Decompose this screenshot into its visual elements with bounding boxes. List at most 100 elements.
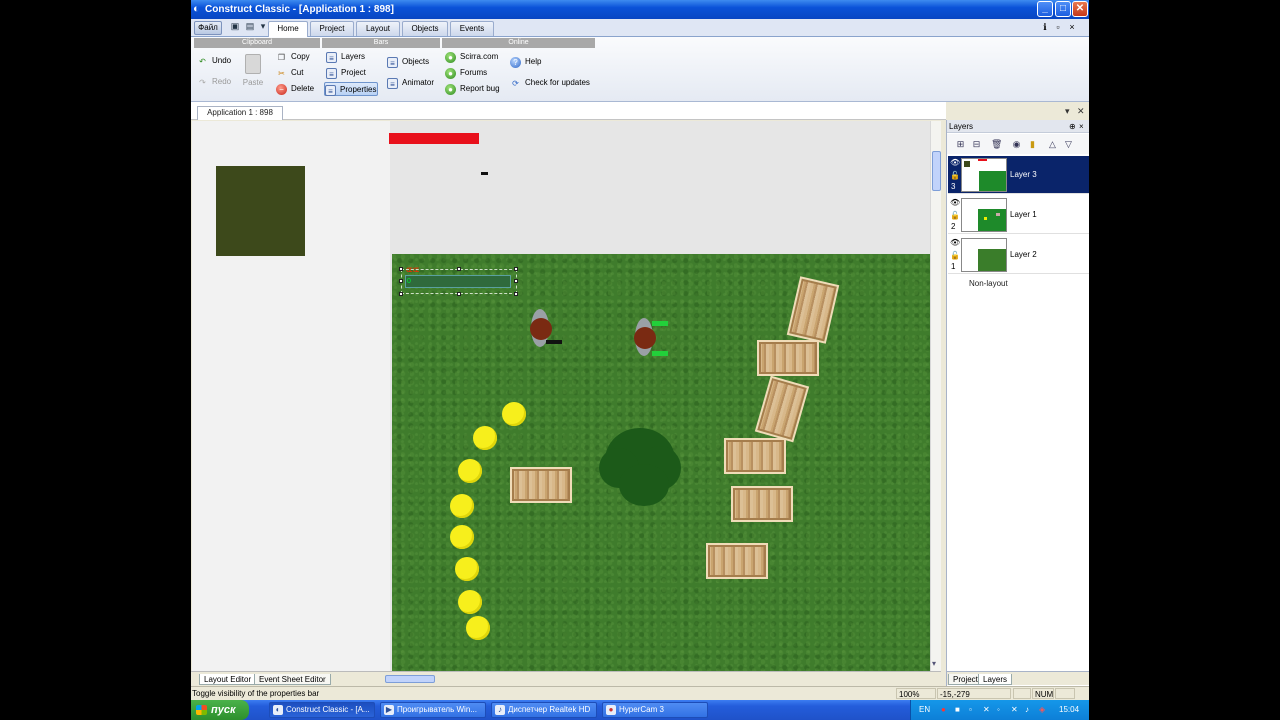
tray-icon[interactable]: ✕ [1011,705,1018,714]
non-layout-layer[interactable]: Non-layout [969,279,1008,288]
panel-close-icon[interactable]: × [1079,120,1084,133]
resize-handle[interactable] [514,279,518,283]
properties-bar-button[interactable]: ≡ Properties [324,82,378,96]
layer-lock-icon[interactable]: 🔓 [950,211,960,220]
file-menu-button[interactable]: Файл [194,21,222,35]
language-indicator[interactable]: EN [919,705,930,714]
vertical-scrollbar[interactable]: ▾ [930,121,941,671]
trash-icon[interactable]: 🗑 [991,139,1002,150]
tab-layout-editor[interactable]: Layout Editor [199,674,257,685]
tray-icon[interactable]: ◦ [997,705,1000,714]
player-sprite[interactable] [530,309,562,347]
redo-button[interactable]: ↷ Redo [197,75,231,89]
pane-close-icon[interactable]: ✕ [1077,106,1085,117]
animator-bar-button[interactable]: ≡ Animator [387,76,434,90]
paste-button[interactable]: Paste [241,52,265,92]
resize-handle[interactable] [399,279,403,283]
resize-handle[interactable] [514,267,518,271]
crate[interactable] [706,543,768,579]
report-bug-button[interactable]: ● Report bug [445,82,500,96]
selection-box[interactable] [399,267,518,296]
tray-icon[interactable]: ▫ [969,705,972,714]
save-icon[interactable]: ▣ [229,21,241,33]
crate[interactable] [757,340,819,376]
tab-objects[interactable]: Objects [402,21,448,36]
tab-project[interactable]: Project [310,21,354,36]
lock-icon[interactable]: ▮ [1027,139,1038,150]
undo-button[interactable]: ↶ Undo [197,54,231,68]
layer-lock-icon[interactable]: 🔓 [950,171,960,180]
taskbar-item[interactable]: ◐ Construct Classic - [A... [269,702,375,718]
check-updates-button[interactable]: ⟳ Check for updates [510,76,590,90]
move-layer-down-icon[interactable]: ▽ [1063,139,1074,150]
tab-event-sheet-editor[interactable]: Event Sheet Editor [254,674,331,685]
crate[interactable] [510,467,572,503]
start-button[interactable]: пуск [191,700,249,720]
coin[interactable] [473,426,497,450]
restore-mini-icon[interactable]: ▫ [1053,22,1063,32]
taskbar-item[interactable]: ● HyperCam 3 [602,702,708,718]
forums-link-button[interactable]: ● Forums [445,66,487,80]
resize-handle[interactable] [514,292,518,296]
taskbar-item[interactable]: ♪ Диспетчер Realtek HD [491,702,597,718]
clock[interactable]: 15:04 [1059,705,1079,714]
document-tab[interactable]: Application 1 : 898 [197,106,283,120]
resize-handle[interactable] [399,292,403,296]
maximize-button[interactable]: □ [1055,1,1071,17]
scroll-down-icon[interactable]: ▾ [932,659,936,668]
resize-handle[interactable] [399,267,403,271]
panel-pin-icon[interactable]: ⊕ [1069,120,1076,133]
layer-row-layer1[interactable]: 👁 🔓 2 Layer 1 [948,196,1089,234]
resize-handle[interactable] [457,292,461,296]
vertical-scroll-thumb[interactable] [932,151,941,191]
crate[interactable] [724,438,786,474]
coin[interactable] [458,590,482,614]
coin[interactable] [502,402,526,426]
crate[interactable] [754,375,810,443]
coin[interactable] [458,459,482,483]
horizontal-scroll-thumb[interactable] [385,675,435,683]
coin[interactable] [450,494,474,518]
coin[interactable] [455,557,479,581]
tray-icon[interactable]: ✕ [983,705,990,714]
layers-bar-button[interactable]: ≡ Layers [326,50,365,64]
enemy-sprite[interactable] [634,318,668,356]
eye-icon[interactable]: 👁 [950,198,960,207]
layer-row-layer2[interactable]: 👁 🔓 1 Layer 2 [948,236,1089,274]
pane-dropdown-icon[interactable]: ▾ [1065,106,1070,117]
small-sprite-object[interactable] [481,172,488,175]
scirra-link-button[interactable]: ● Scirra.com [445,50,498,64]
minimize-button[interactable]: _ [1037,1,1053,17]
visibility-icon[interactable]: ◉ [1011,139,1022,150]
record-icon[interactable]: ● [941,705,946,714]
objects-bar-button[interactable]: ≡ Objects [387,55,429,69]
eye-icon[interactable]: 👁 [950,158,960,167]
eye-icon[interactable]: 👁 [950,238,960,247]
layer-lock-icon[interactable]: 🔓 [950,251,960,260]
tab-home[interactable]: Home [268,21,308,37]
project-bar-button[interactable]: ≡ Project [326,66,366,80]
delete-button[interactable]: − Delete [276,82,314,96]
tab-layers-panel[interactable]: Layers [978,674,1013,685]
crate[interactable] [786,276,840,344]
health-bar-object[interactable] [389,133,479,144]
copy-button[interactable]: ❐ Copy [276,50,310,64]
help-mini-icon[interactable]: ℹ [1040,22,1050,32]
layout-canvas[interactable]: ɶɶ 0 [192,121,930,671]
speaker-icon[interactable]: ♪ [1025,705,1029,714]
olive-box-object[interactable] [216,166,305,256]
taskbar-item[interactable]: ▶ Проигрыватель Win... [380,702,486,718]
help-button[interactable]: ? Help [510,55,541,69]
close-mini-icon[interactable]: × [1067,22,1077,32]
insert-layer-icon[interactable]: ⊟ [971,139,982,150]
pause-icon[interactable]: ■ [955,705,960,714]
coin[interactable] [466,616,490,640]
security-icon[interactable]: ◈ [1039,705,1045,714]
move-layer-up-icon[interactable]: △ [1047,139,1058,150]
resize-handle[interactable] [457,267,461,271]
tab-layout[interactable]: Layout [356,21,400,36]
bush-object[interactable] [599,424,681,506]
crate[interactable] [731,486,793,522]
cut-button[interactable]: ✂ Cut [276,66,303,80]
close-button[interactable]: ✕ [1072,1,1088,17]
